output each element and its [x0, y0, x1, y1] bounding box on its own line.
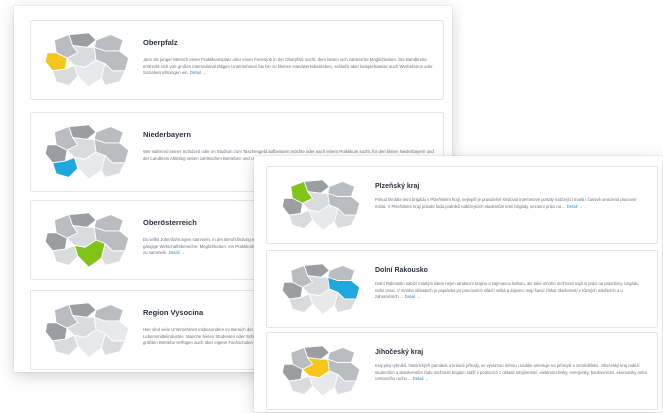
- card-title: Plzeňský kraj: [375, 183, 420, 190]
- arrow-right-icon: →: [578, 203, 583, 209]
- detail-link[interactable]: Detail →: [190, 70, 206, 75]
- region-map: [44, 302, 130, 358]
- arrow-right-icon: →: [416, 294, 421, 299]
- card-description: „Ben als junger Mensch einen Praktikumsp…: [143, 57, 433, 76]
- region-map: [44, 124, 130, 180]
- region-card-jihocesky[interactable]: Jihočeský kraj Kraj plný rybníků, histor…: [266, 332, 658, 410]
- region-map: [44, 32, 130, 88]
- detail-link[interactable]: Detail: [405, 294, 416, 299]
- detail-link[interactable]: Detail: [567, 204, 578, 209]
- card-title: Niederbayern: [143, 130, 191, 139]
- region-map: [281, 345, 361, 397]
- card-description: Dolní Rakousko nabízí mladým lidem nejen…: [375, 281, 639, 299]
- card-title: Jihočeský kraj: [375, 349, 424, 356]
- detail-link[interactable]: Detail →: [169, 250, 185, 255]
- card-title: Oberösterreich: [143, 218, 197, 227]
- card-description: Kraj plný rybníků, historických památek …: [375, 363, 647, 381]
- region-card-plzensky[interactable]: Plzeňský kraj Pokud hledáte letní brigád…: [266, 166, 658, 244]
- region-card-oberpfalz[interactable]: Oberpfalz „Ben als junger Mensch einen P…: [30, 20, 444, 100]
- detail-link[interactable]: Detail: [413, 376, 424, 381]
- region-map: [281, 263, 361, 315]
- region-card-dolni-rakousko[interactable]: Dolní Rakousko Dolní Rakousko nabízí mla…: [266, 250, 658, 328]
- card-title: Dolní Rakousko: [375, 267, 428, 274]
- front-page: Plzeňský kraj Pokud hledáte letní brigád…: [254, 156, 662, 412]
- card-description: Pokud hledáte letní brigádu v Plzeňském …: [375, 197, 637, 209]
- region-map: [281, 179, 361, 231]
- arrow-right-icon: →: [424, 376, 429, 381]
- card-title: Region Vysocina: [143, 308, 204, 317]
- card-title: Oberpfalz: [143, 38, 178, 47]
- region-map: [44, 212, 130, 268]
